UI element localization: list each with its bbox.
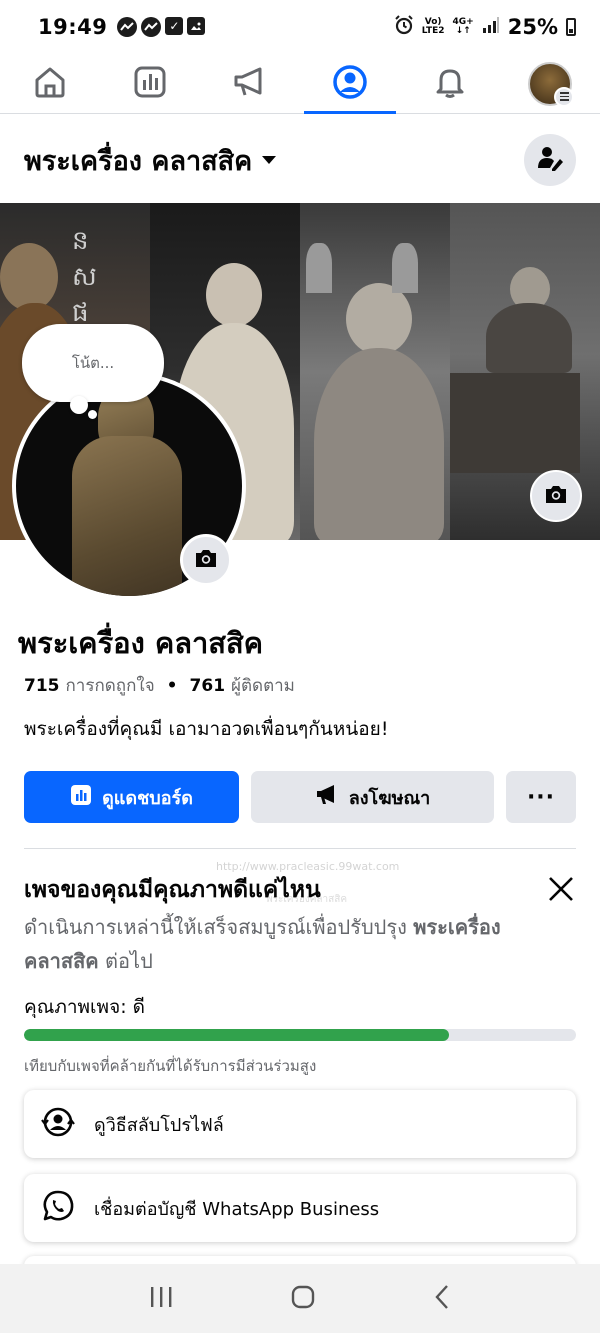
quality-progress-bar xyxy=(24,1029,576,1041)
quality-desc-suffix: ต่อไป xyxy=(98,949,153,973)
action-buttons: ดูแดชบอร์ด ลงโฆษณา ··· xyxy=(24,771,576,823)
note-bubble[interactable]: โน้ต... xyxy=(22,324,164,402)
volte-indicator: Vo) LTE2 xyxy=(422,18,445,36)
dashboard-icon xyxy=(70,784,92,811)
android-nav-bar xyxy=(0,1264,600,1333)
task-label: เชื่อมต่อบัญชี WhatsApp Business xyxy=(94,1198,380,1220)
view-dashboard-button[interactable]: ดูแดชบอร์ด xyxy=(24,771,239,823)
quality-compare-text: เทียบกับเพจที่คล้ายกันที่ได้รับการมีส่วน… xyxy=(24,1057,317,1075)
camera-icon xyxy=(544,483,568,509)
lte-label: LTE2 xyxy=(421,26,445,36)
cover-panel xyxy=(300,203,450,540)
avatar xyxy=(528,61,574,107)
task-switch-profile[interactable]: ดูวิธีสลับโปรไฟล์ xyxy=(24,1090,576,1158)
quality-progress-fill xyxy=(24,1029,450,1041)
alarm-icon xyxy=(394,15,414,39)
quality-title: เพจของคุณมีคุณภาพดีแค่ไหน xyxy=(24,877,321,903)
page-name: พระเครื่อง คลาสสิค xyxy=(18,626,264,660)
nav-notifications[interactable] xyxy=(400,54,500,113)
note-bubble-tail xyxy=(70,396,88,414)
page-switcher-title[interactable]: พระเครื่อง คลาสสิค xyxy=(24,139,252,182)
quality-description: ดำเนินการเหล่านี้ให้เสร็จสมบูรณ์เพื่อปรั… xyxy=(24,910,554,978)
network-type-label: 4G+ xyxy=(452,17,474,27)
likes-count: 715 xyxy=(24,675,60,696)
separator-dot: • xyxy=(166,675,178,696)
edit-cover-button[interactable] xyxy=(530,470,582,522)
more-icon: ··· xyxy=(526,784,556,810)
task-label: ดูวิธีสลับโปรไฟล์ xyxy=(94,1114,224,1136)
battery-icon xyxy=(566,18,576,36)
followers-label: ผู้ติดตาม xyxy=(231,676,295,696)
task-connect-whatsapp[interactable]: เชื่อมต่อบัญชี WhatsApp Business xyxy=(24,1174,576,1242)
battery-percent: 25% xyxy=(507,15,558,39)
nav-ads[interactable] xyxy=(200,54,300,113)
divider xyxy=(24,848,576,849)
messenger-icon xyxy=(117,17,138,37)
back-button[interactable] xyxy=(432,1284,452,1314)
page-bio: พระเครื่องที่คุณมี เอามาอวดเพื่อนๆกันหน่… xyxy=(24,718,389,740)
person-edit-icon xyxy=(536,144,564,176)
home-icon xyxy=(33,65,67,103)
menu-icon xyxy=(554,86,574,107)
note-placeholder: โน้ต... xyxy=(71,354,115,372)
network-type: 4G+ ↓↑ xyxy=(452,17,474,36)
home-button[interactable] xyxy=(290,1284,316,1314)
chevron-down-icon[interactable] xyxy=(262,156,277,164)
status-time: 19:49 xyxy=(38,15,108,39)
nav-menu[interactable] xyxy=(500,54,600,113)
megaphone-icon xyxy=(315,784,339,811)
note-bubble-tail xyxy=(88,410,97,419)
page-header: พระเครื่อง คลาสสิค xyxy=(24,128,576,192)
profile-icon xyxy=(332,64,368,104)
followers-count: 761 xyxy=(189,675,226,696)
more-options-button[interactable]: ··· xyxy=(506,771,576,823)
checkbox-icon: ✓ xyxy=(165,17,184,35)
page-stats: 715 การกดถูกใจ • 761 ผู้ติดตาม xyxy=(24,672,295,699)
nav-dashboard[interactable] xyxy=(100,54,200,113)
advertise-label: ลงโฆษณา xyxy=(348,787,431,809)
recent-apps-button[interactable] xyxy=(148,1285,174,1313)
dashboard-icon xyxy=(133,65,167,103)
nav-profile[interactable] xyxy=(300,54,400,114)
quality-rating: คุณภาพเพจ: ดี xyxy=(24,996,145,1018)
whatsapp-icon xyxy=(40,1188,76,1229)
bell-icon xyxy=(433,65,467,103)
likes-label: การกดถูกใจ xyxy=(65,676,155,696)
nav-home[interactable] xyxy=(0,54,100,113)
close-icon xyxy=(546,877,576,908)
close-button[interactable] xyxy=(546,874,576,904)
messenger-icon xyxy=(141,17,162,37)
view-dashboard-label: ดูแดชบอร์ด xyxy=(102,787,193,809)
advertise-button[interactable]: ลงโฆษณา xyxy=(251,771,494,823)
switch-profile-button[interactable] xyxy=(524,134,576,186)
quality-desc-text: ดำเนินการเหล่านี้ให้เสร็จสมบูรณ์เพื่อปรั… xyxy=(24,915,414,939)
edit-profile-picture-button[interactable] xyxy=(180,534,232,586)
image-icon xyxy=(187,17,206,35)
status-bar: 19:49 ✓ Vo) LTE2 4G+ ↓↑ 25% xyxy=(0,0,600,54)
megaphone-icon xyxy=(232,65,268,103)
top-nav xyxy=(0,54,600,114)
camera-icon xyxy=(194,547,218,573)
signal-icon xyxy=(482,17,500,37)
switch-profile-icon xyxy=(40,1104,76,1145)
